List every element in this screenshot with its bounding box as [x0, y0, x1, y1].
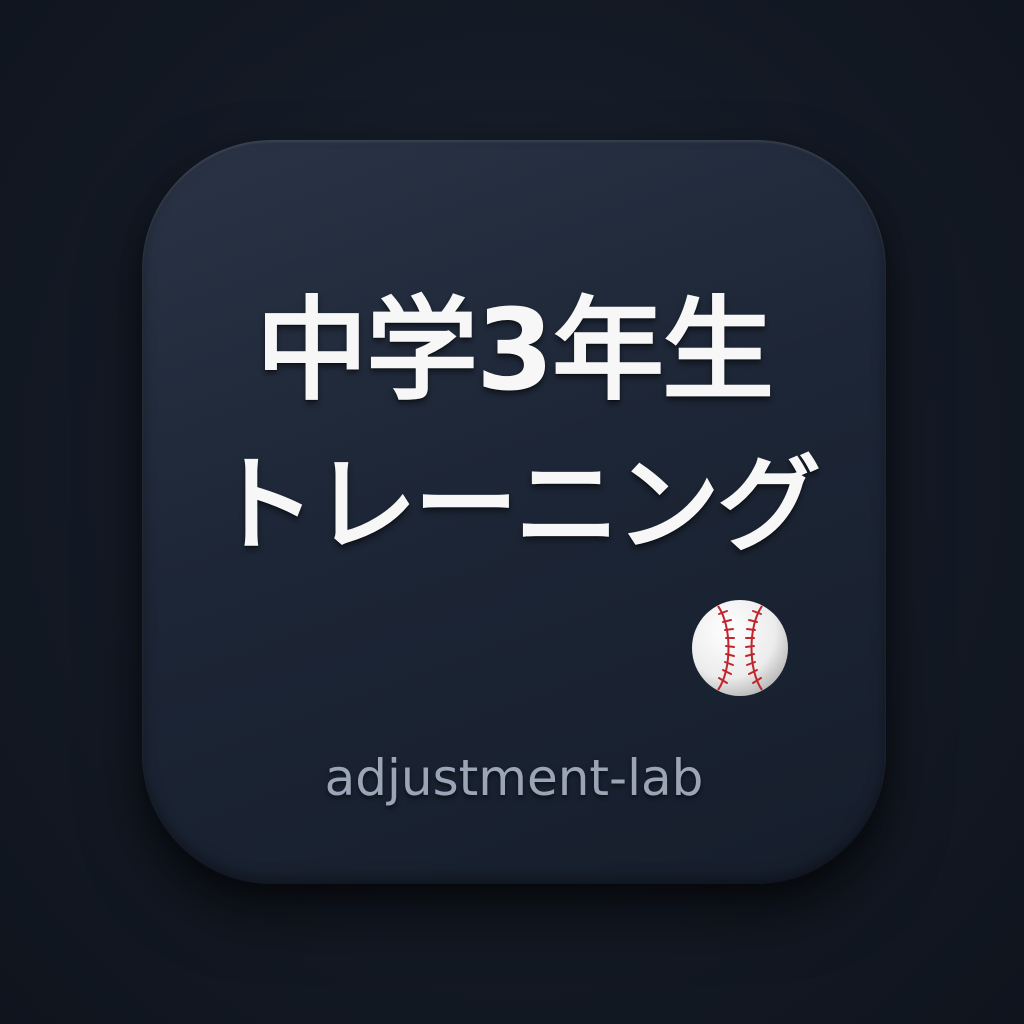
title-line-2: トレーニング: [212, 444, 821, 566]
title-line-1: 中学3年生: [256, 286, 774, 416]
brand-name: adjustment-lab: [324, 749, 704, 807]
baseball-icon: [692, 600, 788, 696]
app-icon-tile[interactable]: 中学3年生 トレーニング adjustment-lab: [142, 140, 886, 884]
